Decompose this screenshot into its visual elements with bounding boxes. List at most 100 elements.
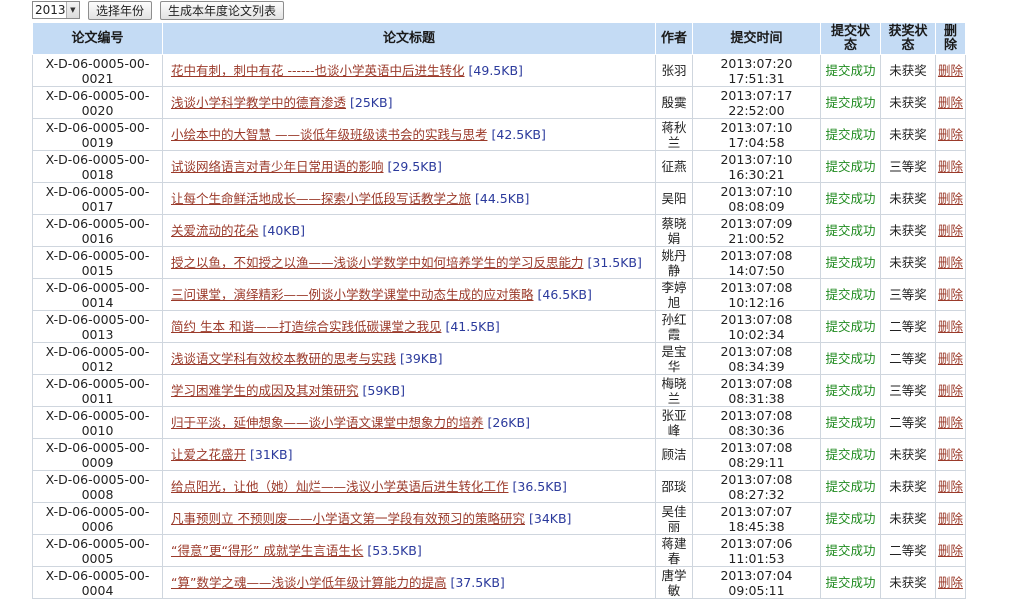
paper-size: [49.5KB] [468,63,523,78]
paper-id-line2: 0015 [81,262,114,278]
delete-link[interactable]: 删除 [935,470,966,503]
paper-id-cell: X-D-06-0005-00- 0015 [32,246,163,279]
header-award: 获奖状态 [880,22,936,55]
paper-id-line2: 0010 [81,422,114,438]
paper-id-line1: X-D-06-0005-00- [45,567,150,583]
header-delete-line2: 除 [943,37,957,53]
table-row: X-D-06-0005-00- 0014 三问课堂，演绎精彩——例谈小学数学课堂中动… [32,278,966,311]
table-row: X-D-06-0005-00- 0004 “算”数学之魂——浅谈小学低年级计算能力的… [32,566,966,599]
generate-list-button[interactable]: 生成本年度论文列表 [160,0,285,20]
delete-link[interactable]: 删除 [935,278,966,311]
year-select[interactable]: 2013 ▼ [32,1,80,19]
submit-date: 2013:07:07 [720,503,793,519]
paper-title-link[interactable]: 小绘本中的大智慧 ——谈低年级班级读书会的实践与思考 [171,127,487,142]
author-line2: 兰 [667,134,681,150]
delete-link[interactable]: 删除 [935,342,966,375]
table-row: X-D-06-0005-00- 0016 关爱流动的花朵 [40KB] 蔡晓娟 2013:… [32,214,966,247]
paper-title-link[interactable]: 归于平淡，延伸想象——谈小学语文课堂中想象力的培养 [171,415,484,430]
award-status: 未获奖 [880,86,936,119]
submit-clock: 17:04:58 [728,134,785,150]
table-row: X-D-06-0005-00- 0021 花中有刺，刺中有花 ------也谈小学英… [32,54,966,87]
delete-link[interactable]: 删除 [935,182,966,215]
delete-link[interactable]: 删除 [935,214,966,247]
header-status-line1: 提交状 [830,23,870,39]
delete-link[interactable]: 删除 [935,246,966,279]
status-badge: 提交成功 [820,566,881,599]
paper-title-cell: 授之以鱼，不如授之以渔——浅谈小学数学中如何培养学生的学习反思能力 [31.5KB… [162,246,656,279]
paper-title-link[interactable]: 让爱之花盛开 [171,447,246,462]
status-badge: 提交成功 [820,182,881,215]
status-badge: 提交成功 [820,86,881,119]
paper-title-link[interactable]: 授之以鱼，不如授之以渔——浅谈小学数学中如何培养学生的学习反思能力 [171,255,584,270]
author-line1: 唐学 [661,567,687,583]
delete-link[interactable]: 删除 [935,374,966,407]
paper-title-link[interactable]: 试谈网络语言对青少年日常用语的影响 [171,159,384,174]
header-author: 作者 [655,22,693,55]
award-status: 未获奖 [880,54,936,87]
paper-title-link[interactable]: 让每个生命鲜活地成长——探索小学低段写话教学之旅 [171,191,471,206]
paper-title-cell: 花中有刺，刺中有花 ------也谈小学英语中后进生转化 [49.5KB] [162,54,656,87]
submit-time-cell: 2013:07:10 16:30:21 [692,150,821,183]
paper-id-line1: X-D-06-0005-00- [45,311,150,327]
paper-id-line1: X-D-06-0005-00- [45,215,150,231]
paper-size: [26KB] [487,415,530,430]
paper-title-link[interactable]: “算”数学之魂——浅谈小学低年级计算能力的提高 [171,575,446,590]
paper-title-link[interactable]: 凡事预则立 不预则废——小学语文第一学段有效预习的策略研究 [171,511,525,526]
submit-date: 2013:07:08 [720,375,793,391]
delete-link[interactable]: 删除 [935,438,966,471]
paper-id-line1: X-D-06-0005-00- [45,407,150,423]
paper-title-link[interactable]: 简约 生本 和谐——打造综合实践低碳课堂之我见 [171,319,441,334]
author-line2: 华 [667,358,681,374]
author-line1: 蔡晓 [661,215,687,231]
table-row: X-D-06-0005-00- 0020 浅谈小学科学教学中的德育渗透 [25KB] 殷… [32,86,966,119]
delete-link[interactable]: 删除 [935,566,966,599]
author-line1: 吴佳 [661,503,687,519]
delete-link[interactable]: 删除 [935,150,966,183]
paper-title-link[interactable]: 关爱流动的花朵 [171,223,259,238]
submit-time-cell: 2013:07:08 10:12:16 [692,278,821,311]
paper-id-line2: 0021 [81,70,114,86]
table-row: X-D-06-0005-00- 0009 让爱之花盛开 [31KB] 顾洁 2013:07… [32,438,966,471]
select-year-button[interactable]: 选择年份 [88,0,153,20]
author-line1: 姚丹 [661,247,687,263]
paper-id-cell: X-D-06-0005-00- 0009 [32,438,163,471]
paper-title-link[interactable]: 浅谈语文学科有效校本教研的思考与实践 [171,351,396,366]
author-cell: 征燕 [655,150,693,183]
chevron-down-icon[interactable]: ▼ [65,2,79,18]
award-status: 三等奖 [880,278,936,311]
paper-title-link[interactable]: “得意”更“得形” 成就学生言语生长 [171,543,363,558]
submit-clock: 11:01:53 [728,550,785,566]
submit-time-cell: 2013:07:08 08:29:11 [692,438,821,471]
delete-link[interactable]: 删除 [935,502,966,535]
delete-link[interactable]: 删除 [935,54,966,87]
paper-title-link[interactable]: 花中有刺，刺中有花 ------也谈小学英语中后进生转化 [171,63,465,78]
paper-title-link[interactable]: 给点阳光，让他（她）灿烂——浅议小学英语后进生转化工作 [171,479,509,494]
author-cell: 是宝华 [655,342,693,375]
paper-title-link[interactable]: 学习困难学生的成因及其对策研究 [171,383,359,398]
submit-time-cell: 2013:07:08 10:02:34 [692,310,821,343]
award-status: 未获奖 [880,182,936,215]
status-badge: 提交成功 [820,438,881,471]
delete-link[interactable]: 删除 [935,310,966,343]
author-line1: 张亚 [661,407,687,423]
paper-size: [25KB] [350,95,393,110]
submit-time-cell: 2013:07:04 09:05:11 [692,566,821,599]
paper-id-line1: X-D-06-0005-00- [45,183,150,199]
paper-title-cell: 学习困难学生的成因及其对策研究 [59KB] [162,374,656,407]
table-header-row: 论文编号 论文标题 作者 提交时间 提交状态 获奖状态 删除 [32,22,966,55]
paper-title-link[interactable]: 三问课堂，演绎精彩——例谈小学数学课堂中动态生成的应对策略 [171,287,534,302]
delete-link[interactable]: 删除 [935,406,966,439]
author-line1: 梅晓 [661,375,687,391]
author-line2: 敏 [667,582,681,598]
author-cell: 吴阳 [655,182,693,215]
delete-link[interactable]: 删除 [935,86,966,119]
paper-id-cell: X-D-06-0005-00- 0011 [32,374,163,407]
delete-link[interactable]: 删除 [935,534,966,567]
submit-time-cell: 2013:07:09 21:00:52 [692,214,821,247]
paper-title-cell: 归于平淡，延伸想象——谈小学语文课堂中想象力的培养 [26KB] [162,406,656,439]
submit-clock: 21:00:52 [728,230,785,246]
paper-title-link[interactable]: 浅谈小学科学教学中的德育渗透 [171,95,346,110]
paper-table: 论文编号 论文标题 作者 提交时间 提交状态 获奖状态 删除 X-D-06-00… [32,22,966,599]
submit-date: 2013:07:08 [720,279,793,295]
delete-link[interactable]: 删除 [935,118,966,151]
